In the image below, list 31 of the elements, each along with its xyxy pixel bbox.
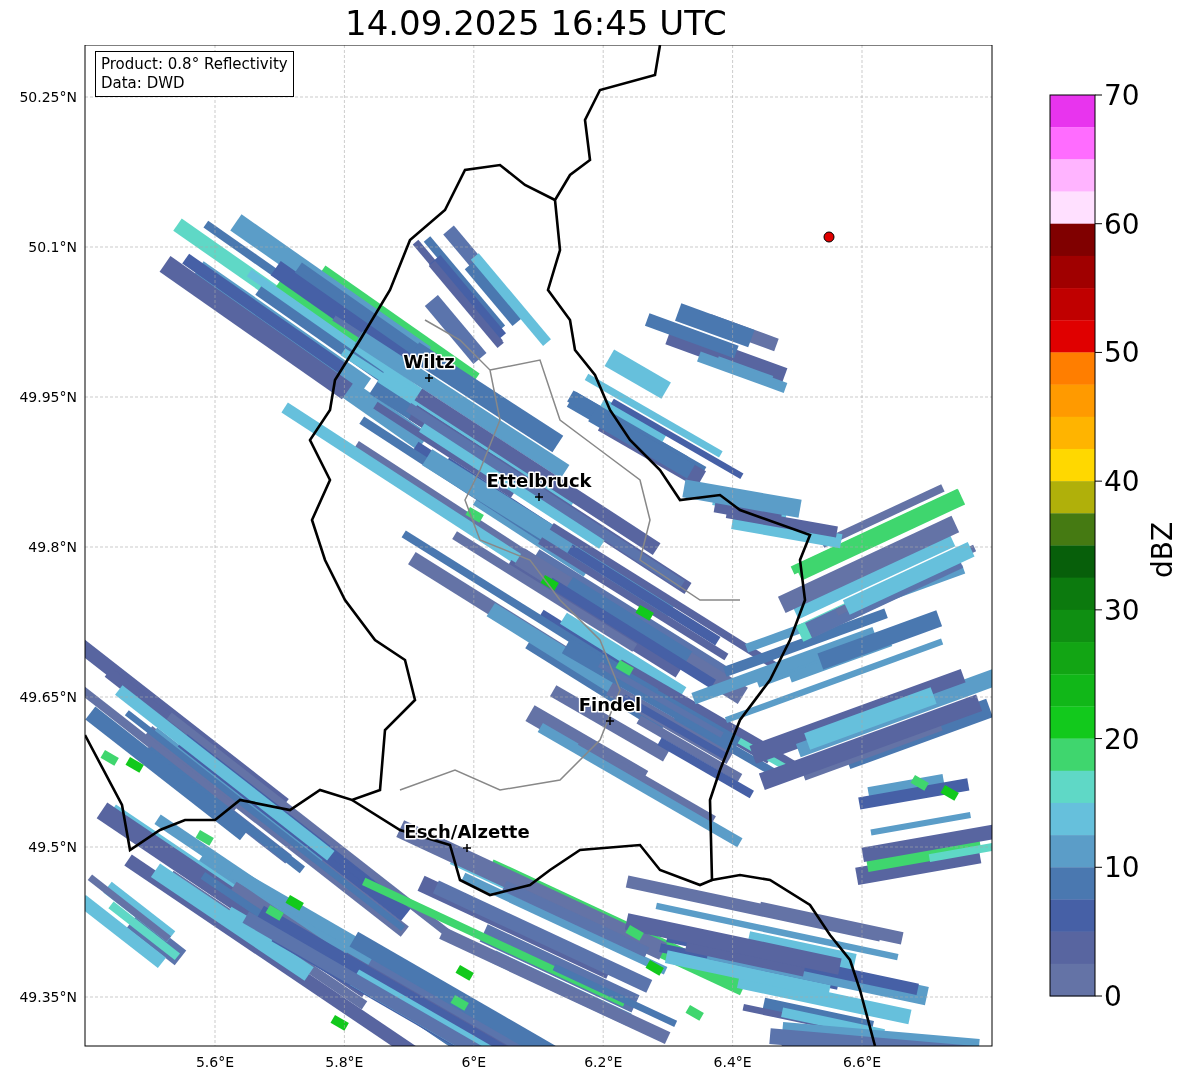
latitude-label: 49.8°N [28, 539, 77, 555]
chart-title: 14.09.2025 16:45 UTC [345, 2, 727, 43]
place-label: Wiltz [403, 351, 455, 372]
longitude-label: 6.6°E [842, 1054, 882, 1070]
colorbar-tick-label: 10 [1104, 851, 1140, 885]
latitude-label: 50.25°N [19, 89, 77, 105]
colorbar-tick-label: 20 [1104, 722, 1140, 756]
latitude-label: 49.95°N [19, 389, 77, 405]
longitude-label: 5.8°E [325, 1054, 364, 1070]
cross-marker-icon [605, 716, 615, 726]
site-marker-icon [823, 231, 835, 243]
latitude-label: 50.1°N [28, 239, 77, 255]
latitude-label: 49.35°N [19, 989, 77, 1005]
info-line: Data: DWD [101, 74, 186, 93]
colorbar-label: dBZ [1146, 521, 1179, 579]
latitude-label: 49.5°N [28, 839, 77, 855]
colorbar-tick-label: 30 [1104, 593, 1140, 627]
colorbar-tick-label: 60 [1104, 207, 1140, 241]
cross-marker-icon [462, 843, 472, 853]
longitude-label: 6.2°E [584, 1054, 623, 1070]
longitude-label: 6.4°E [713, 1054, 752, 1070]
colorbar-tick-label: 50 [1104, 336, 1140, 370]
colorbar-tick-label: 70 [1104, 79, 1140, 112]
longitude-label: 5.6°E [195, 1054, 235, 1070]
latitude-label: 49.65°N [19, 689, 77, 705]
info-line: Product: 0.8° Reflectivity [101, 55, 288, 74]
cross-marker-icon [534, 492, 544, 502]
colorbar-tick-label: 40 [1104, 465, 1140, 499]
cross-marker-icon [424, 373, 434, 383]
colorbar-tick-label: 0 [1104, 980, 1122, 1013]
longitude-label: 6°E [461, 1054, 487, 1070]
